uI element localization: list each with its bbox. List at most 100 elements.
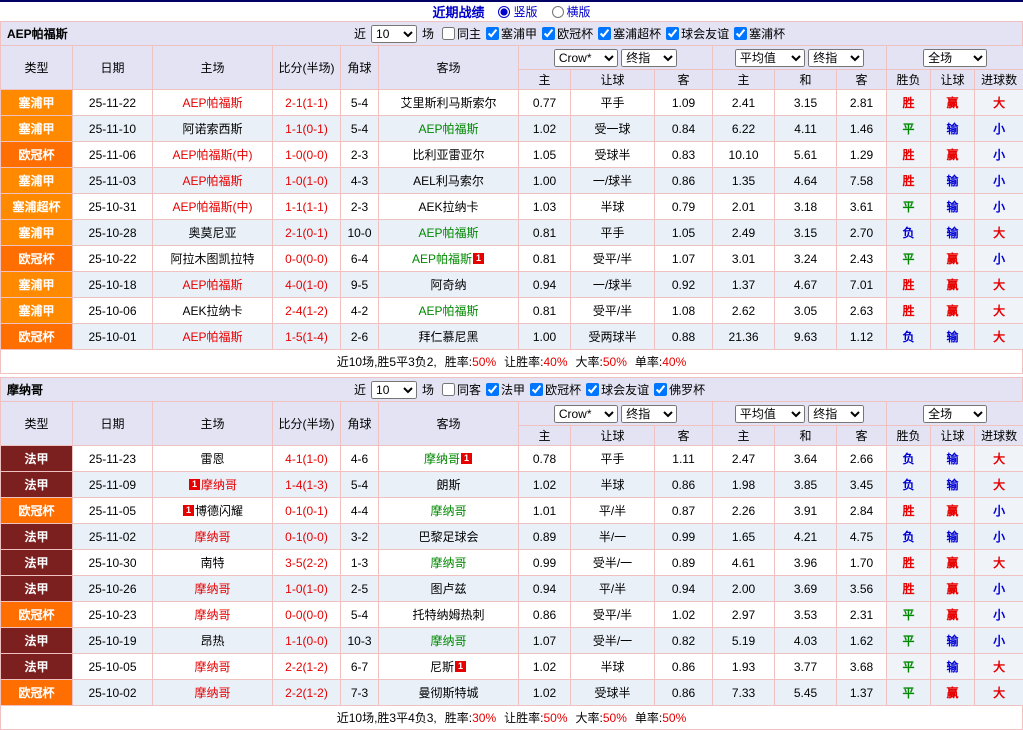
away-team-cell: 图卢兹 [379,576,519,602]
away-team-cell: AEP帕福斯1 [379,246,519,272]
summary-stat: 大率:50% [576,711,627,725]
league-filter-label: 佛罗杯 [669,381,705,398]
average-odds: 4.64 [775,168,837,194]
result-cell: 平 [887,654,931,680]
final-odds-select[interactable]: 终指 [621,49,677,67]
league-filter[interactable]: 球会友谊 [666,25,729,42]
away-team-name: 阿奇纳 [430,278,466,292]
league-checkbox[interactable] [666,27,679,40]
crown-odds: 1.05 [655,220,713,246]
average-odds: 2.97 [713,602,775,628]
league-filter[interactable]: 佛罗杯 [654,381,705,398]
same-venue-checkbox[interactable] [442,27,455,40]
result-cell: 输 [931,472,975,498]
average-odds: 2.01 [713,194,775,220]
result-cell: 胜 [887,550,931,576]
league-filter-label: 球会友谊 [681,25,729,42]
average-odds: 1.93 [713,654,775,680]
summary-stat-value: 50% [472,355,496,369]
match-score: 0-1(0-1) [273,498,341,524]
league-filter-label: 塞浦甲 [501,25,537,42]
view-mode-horizontal[interactable]: 横版 [552,3,591,20]
league-type-badge: 法甲 [1,628,73,654]
average-odds: 3.68 [837,654,887,680]
average-odds: 1.98 [713,472,775,498]
view-mode-vertical[interactable]: 竖版 [498,3,537,20]
league-checkbox[interactable] [598,27,611,40]
same-venue-checkbox[interactable] [442,383,455,396]
match-score: 0-1(0-0) [273,524,341,550]
match-date: 25-11-09 [73,472,153,498]
subcol-crown-away: 客 [655,426,713,446]
same-venue-filter[interactable]: 同客 [442,381,481,398]
league-filters: 塞浦甲欧冠杯塞浦超杯 球会友谊塞浦杯 [481,25,785,43]
bookmaker-select[interactable]: Crow* [554,405,618,423]
home-team-name: 摩纳哥 [194,686,230,700]
result-cell: 赢 [931,272,975,298]
league-type-badge: 塞浦超杯 [1,194,73,220]
league-checkbox[interactable] [486,383,499,396]
average-odds: 3.15 [775,220,837,246]
fulltime-select[interactable]: 全场 [923,49,987,67]
league-filter[interactable]: 欧冠杯 [542,25,593,42]
page-title: 近期战绩 [432,2,484,21]
result-cell: 胜 [887,498,931,524]
away-team-name: 比利亚雷亚尔 [412,148,484,162]
match-row: 塞浦甲25-10-18AEP帕福斯4-0(1-0)9-5阿奇纳0.94一/球半0… [1,272,1023,298]
league-filter-label: 球会友谊 [601,381,649,398]
crown-odds: 1.02 [655,602,713,628]
match-date: 25-11-10 [73,116,153,142]
average-final-odds-select[interactable]: 终指 [808,405,864,423]
league-filter[interactable]: 球会友谊 [586,381,649,398]
match-row: 法甲25-11-091摩纳哥1-4(1-3)5-4朗斯1.02半球0.861.9… [1,472,1023,498]
away-team-cell: 摩纳哥 [379,498,519,524]
home-team-name: 摩纳哥 [194,530,230,544]
same-venue-label: 同客 [457,381,481,398]
result-cell: 胜 [887,272,931,298]
match-row: 法甲25-10-26摩纳哥1-0(1-0)2-5图卢兹0.94平/半0.942.… [1,576,1023,602]
fulltime-group: 全场 [887,46,1023,70]
league-filter[interactable]: 塞浦杯 [734,25,785,42]
average-odds: 7.58 [837,168,887,194]
league-checkbox[interactable] [586,383,599,396]
summary-row: 近10场,胜5平3负2, 胜率:50%让胜率:40%大率:50%单率:40% [0,350,1023,374]
home-team-cell: 南特 [153,550,273,576]
match-count-select[interactable]: 10 [371,381,417,399]
away-team-cell: 阿奇纳 [379,272,519,298]
bookmaker-select[interactable]: Crow* [554,49,618,67]
match-date: 25-11-23 [73,446,153,472]
home-team-name: 奥莫尼亚 [188,226,236,240]
league-checkbox[interactable] [486,27,499,40]
match-score: 1-1(1-1) [273,194,341,220]
col-header-away: 客场 [379,402,519,446]
average-final-odds-select[interactable]: 终指 [808,49,864,67]
final-odds-select[interactable]: 终指 [621,405,677,423]
crown-odds: 0.79 [655,194,713,220]
fulltime-select[interactable]: 全场 [923,405,987,423]
league-checkbox[interactable] [734,27,747,40]
col-header-score: 比分(半场) [273,402,341,446]
match-count-select[interactable]: 10 [371,25,417,43]
view-mode-radio[interactable] [552,6,564,18]
league-checkbox[interactable] [530,383,543,396]
subcol-crown-home: 主 [519,426,571,446]
home-team-cell: AEP帕福斯 [153,168,273,194]
match-date: 25-10-28 [73,220,153,246]
average-select[interactable]: 平均值 [735,49,805,67]
average-select[interactable]: 平均值 [735,405,805,423]
average-odds: 2.70 [837,220,887,246]
summary-stat: 大率:50% [576,355,627,369]
view-mode-radio[interactable] [498,6,510,18]
league-filter[interactable]: 法甲 [486,381,525,398]
league-filter[interactable]: 欧冠杯 [530,381,581,398]
match-row: 塞浦甲25-11-10阿诺索西斯1-1(0-1)5-4AEP帕福斯1.02受一球… [1,116,1023,142]
result-cell: 平 [887,116,931,142]
same-venue-filter[interactable]: 同主 [442,25,481,42]
summary-stat-label: 单率: [635,355,662,369]
league-checkbox[interactable] [542,27,555,40]
league-checkbox[interactable] [654,383,667,396]
corner-score: 9-5 [341,272,379,298]
summary-stat-value: 40% [662,355,686,369]
league-filter[interactable]: 塞浦超杯 [598,25,661,42]
league-filter[interactable]: 塞浦甲 [486,25,537,42]
